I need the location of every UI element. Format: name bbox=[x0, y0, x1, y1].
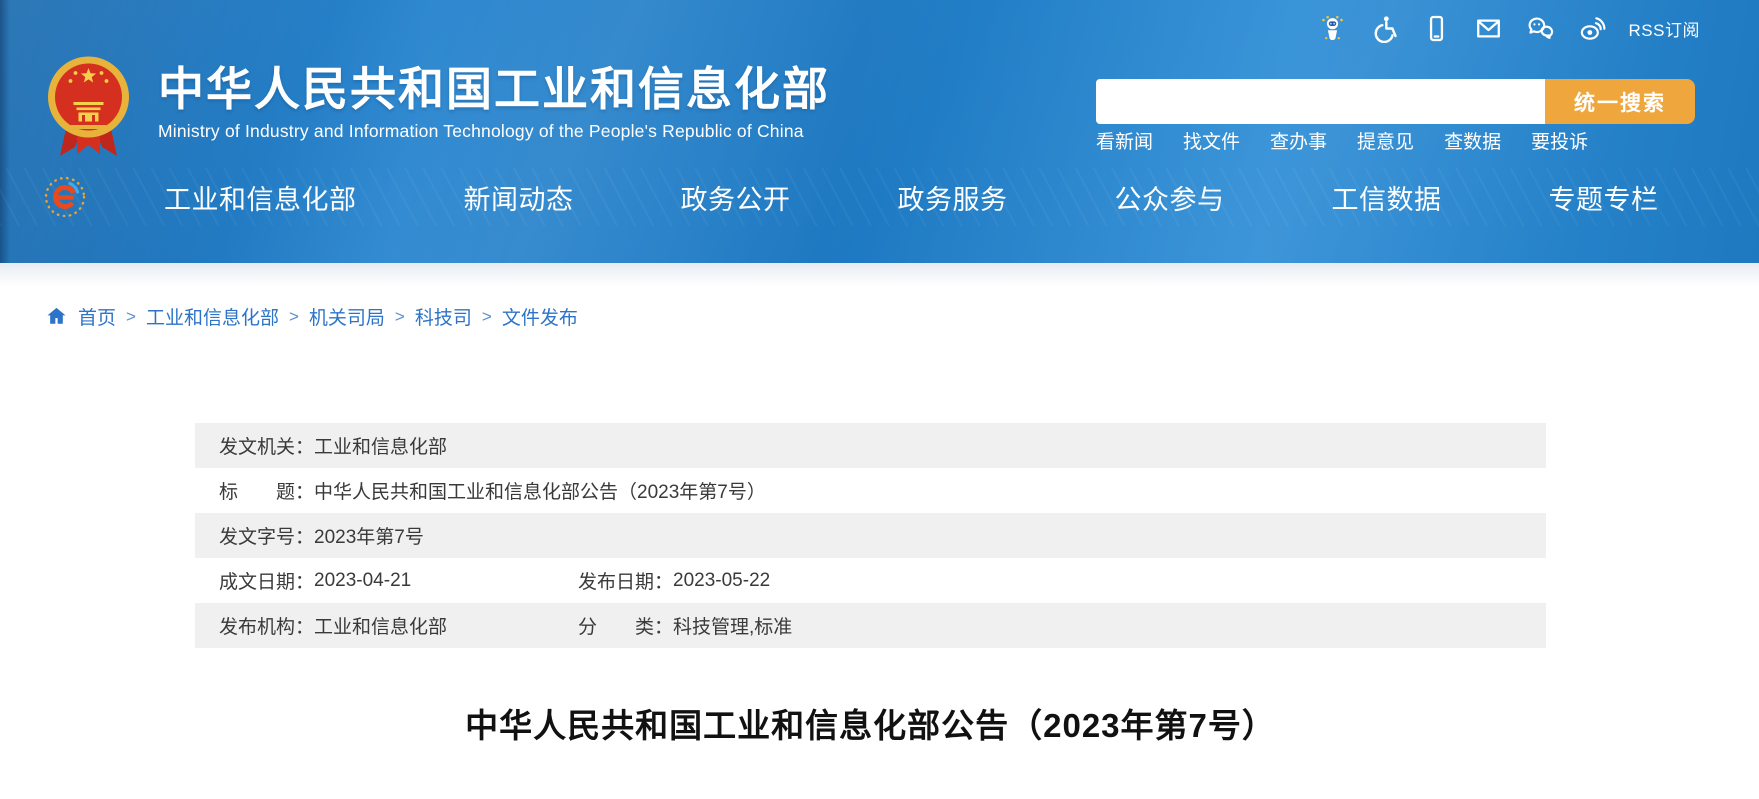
ai-assistant-icon[interactable] bbox=[1317, 13, 1348, 44]
quick-link-complaints[interactable]: 要投诉 bbox=[1531, 127, 1588, 154]
meta-label: 发布机构： bbox=[219, 612, 314, 639]
table-row: 标 题： 中华人民共和国工业和信息化部公告（2023年第7号） bbox=[195, 468, 1546, 513]
meta-cell: 发布日期： 2023-05-22 bbox=[578, 567, 770, 594]
main-nav: 工业和信息化部 新闻动态 政务公开 政务服务 公众参与 工信数据 专题专栏 bbox=[0, 168, 1759, 226]
breadcrumb-separator: > bbox=[289, 307, 299, 327]
meta-value: 2023年第7号 bbox=[314, 522, 424, 549]
meta-label: 发布日期： bbox=[578, 567, 673, 594]
quick-links: 看新闻 找文件 查办事 提意见 查数据 要投诉 bbox=[1096, 127, 1588, 154]
weibo-icon[interactable] bbox=[1577, 13, 1608, 44]
meta-label: 标 题： bbox=[219, 477, 314, 504]
nav-item-miit[interactable]: 工业和信息化部 bbox=[164, 178, 357, 217]
meta-value: 工业和信息化部 bbox=[314, 432, 447, 459]
rss-link[interactable]: RSS订阅 bbox=[1629, 16, 1700, 41]
nav-item-public-participation[interactable]: 公众参与 bbox=[1115, 178, 1225, 217]
article-title: 中华人民共和国工业和信息化部公告（2023年第7号） bbox=[195, 699, 1546, 747]
meta-cell: 分 类： 科技管理,标准 bbox=[578, 612, 792, 639]
quick-link-suggestions[interactable]: 提意见 bbox=[1357, 127, 1414, 154]
meta-cell: 标 题： 中华人民共和国工业和信息化部公告（2023年第7号） bbox=[219, 477, 766, 504]
accessibility-icon[interactable] bbox=[1369, 13, 1400, 44]
quick-link-data[interactable]: 查数据 bbox=[1444, 127, 1501, 154]
mobile-icon[interactable] bbox=[1421, 13, 1452, 44]
meta-value: 2023-05-22 bbox=[673, 570, 770, 592]
home-icon[interactable] bbox=[45, 305, 68, 328]
meta-value: 2023-04-21 bbox=[314, 570, 411, 592]
site-header: RSS订阅 bbox=[0, 0, 1759, 263]
search-input[interactable] bbox=[1096, 79, 1545, 124]
wechat-icon[interactable] bbox=[1525, 13, 1556, 44]
breadcrumb: 首页 > 工业和信息化部 > 机关司局 > 科技司 > 文件发布 bbox=[45, 303, 578, 330]
doc-meta-table: 发文机关： 工业和信息化部 标 题： 中华人民共和国工业和信息化部公告（2023… bbox=[195, 423, 1546, 648]
quick-link-news[interactable]: 看新闻 bbox=[1096, 127, 1153, 154]
breadcrumb-separator: > bbox=[395, 307, 405, 327]
site-title: 中华人民共和国工业和信息化部 bbox=[158, 64, 830, 114]
national-emblem-icon bbox=[47, 56, 130, 162]
meta-cell: 成文日期： 2023-04-21 bbox=[219, 567, 578, 594]
miit-e-logo-icon bbox=[42, 174, 88, 220]
nav-item-gov-disclosure[interactable]: 政务公开 bbox=[681, 178, 791, 217]
meta-label: 发文字号： bbox=[219, 522, 314, 549]
utility-bar: RSS订阅 bbox=[1317, 13, 1700, 44]
meta-value: 中华人民共和国工业和信息化部公告（2023年第7号） bbox=[314, 477, 766, 504]
breadcrumb-item-home[interactable]: 首页 bbox=[78, 303, 116, 330]
meta-cell: 发布机构： 工业和信息化部 bbox=[219, 612, 578, 639]
table-row: 成文日期： 2023-04-21 发布日期： 2023-05-22 bbox=[195, 558, 1546, 603]
brand-link[interactable]: 中华人民共和国工业和信息化部 Ministry of Industry and … bbox=[47, 56, 830, 162]
meta-cell: 发文字号： 2023年第7号 bbox=[219, 522, 424, 549]
brand-text: 中华人民共和国工业和信息化部 Ministry of Industry and … bbox=[158, 56, 830, 162]
breadcrumb-item-miit[interactable]: 工业和信息化部 bbox=[146, 303, 279, 330]
nav-item-gov-services[interactable]: 政务服务 bbox=[898, 178, 1008, 217]
mail-icon[interactable] bbox=[1473, 13, 1504, 44]
meta-label: 发文机关： bbox=[219, 432, 314, 459]
search-button[interactable]: 统一搜索 bbox=[1545, 79, 1695, 124]
quick-link-documents[interactable]: 找文件 bbox=[1183, 127, 1240, 154]
table-row: 发文机关： 工业和信息化部 bbox=[195, 423, 1546, 468]
nav-item-special-topics[interactable]: 专题专栏 bbox=[1549, 178, 1659, 217]
breadcrumb-item-document-release[interactable]: 文件发布 bbox=[502, 303, 578, 330]
nav-items: 工业和信息化部 新闻动态 政务公开 政务服务 公众参与 工信数据 专题专栏 bbox=[164, 178, 1659, 217]
meta-label: 分 类： bbox=[578, 612, 673, 639]
nav-item-industry-data[interactable]: 工信数据 bbox=[1332, 178, 1442, 217]
quick-link-services[interactable]: 查办事 bbox=[1270, 127, 1327, 154]
breadcrumb-separator: > bbox=[126, 307, 136, 327]
table-row: 发文字号： 2023年第7号 bbox=[195, 513, 1546, 558]
table-row: 发布机构： 工业和信息化部 分 类： 科技管理,标准 bbox=[195, 603, 1546, 648]
breadcrumb-item-science-tech[interactable]: 科技司 bbox=[415, 303, 472, 330]
header-shadow-strip bbox=[0, 263, 1759, 287]
meta-value: 科技管理,标准 bbox=[673, 612, 792, 639]
breadcrumb-item-departments[interactable]: 机关司局 bbox=[309, 303, 385, 330]
page: RSS订阅 bbox=[0, 0, 1759, 799]
meta-value: 工业和信息化部 bbox=[314, 612, 447, 639]
meta-label: 成文日期： bbox=[219, 567, 314, 594]
site-subtitle: Ministry of Industry and Information Tec… bbox=[158, 121, 830, 142]
nav-item-news[interactable]: 新闻动态 bbox=[464, 178, 574, 217]
meta-cell: 发文机关： 工业和信息化部 bbox=[219, 432, 447, 459]
breadcrumb-separator: > bbox=[482, 307, 492, 327]
